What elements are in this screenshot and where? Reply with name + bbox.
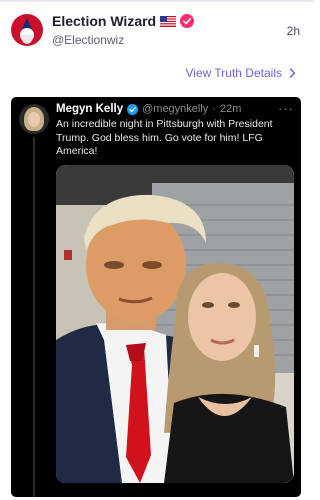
view-truth-details-link[interactable]: View Truth Details (186, 66, 297, 80)
embedded-photo[interactable] (56, 165, 294, 483)
embedded-author-name[interactable]: Megyn Kelly (56, 103, 123, 115)
embedded-handle[interactable]: @megynkelly (142, 103, 208, 115)
embedded-post-card[interactable]: Megyn Kelly @megynkelly · 22m ··· An inc… (11, 97, 301, 497)
more-options-icon[interactable]: ··· (278, 101, 294, 116)
embedded-post-text: An incredible night in Pittsburgh with P… (56, 118, 273, 157)
thread-line (33, 137, 35, 497)
embedded-header: Megyn Kelly @megynkelly · 22m (56, 103, 241, 115)
photo-illustration (56, 165, 294, 483)
author-row: Election Wizard (52, 12, 195, 30)
view-truth-details-label: View Truth Details (185, 66, 283, 80)
top-divider (0, 0, 314, 2)
embedded-timestamp: 22m (219, 103, 242, 115)
verified-badge-icon (180, 14, 195, 28)
embedded-separator: · (212, 103, 216, 115)
author-handle[interactable]: @Electionwiz (52, 33, 124, 47)
chevron-right-icon (289, 68, 296, 78)
embedded-verified-icon (127, 103, 139, 115)
us-flag-icon (160, 15, 177, 27)
embedded-avatar[interactable] (19, 104, 49, 134)
author-name[interactable]: Election Wizard (52, 13, 156, 29)
avatar[interactable] (11, 14, 43, 46)
post-timestamp: 2h (286, 24, 300, 38)
